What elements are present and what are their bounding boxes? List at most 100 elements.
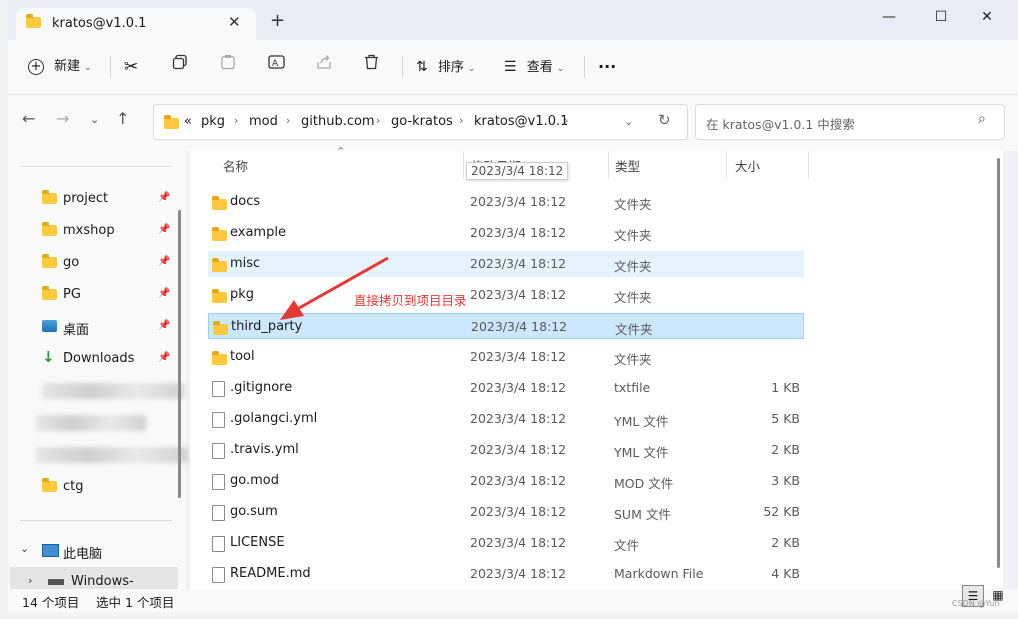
breadcrumb-overflow[interactable]: «: [184, 114, 192, 129]
file-name: LICENSE: [230, 535, 285, 550]
table-row[interactable]: tool 2023/3/4 18:12 文件夹: [208, 344, 804, 370]
sidebar-item-label: 此电脑: [63, 547, 103, 562]
new-tab-button[interactable]: +: [270, 10, 285, 31]
chevron-right-icon[interactable]: ›: [376, 114, 380, 127]
file-type: 文件夹: [614, 259, 652, 274]
refresh-icon[interactable]: ↻: [658, 111, 671, 129]
view-button[interactable]: ☰ 查看 ⌄: [504, 52, 564, 82]
column-header-size[interactable]: 大小: [735, 156, 760, 175]
file-size: 52 KB: [763, 504, 800, 519]
up-arrow-icon[interactable]: ↑: [116, 109, 129, 128]
sidebar-item-label: 桌面: [63, 323, 90, 338]
sort-icon: ⇅: [416, 59, 428, 75]
file-icon: [212, 567, 225, 583]
breadcrumb-mod[interactable]: mod: [249, 114, 278, 129]
chevron-right-icon[interactable]: ›: [459, 114, 463, 127]
paste-icon[interactable]: [220, 52, 236, 82]
maximize-button[interactable]: ☐: [918, 4, 964, 30]
sidebar-item-desktop[interactable]: 桌面 📌: [8, 312, 180, 342]
divider: [20, 166, 172, 167]
sidebar-item-project[interactable]: project 📌: [8, 184, 180, 214]
sort-button[interactable]: ⇅ 排序 ⌄: [416, 52, 475, 82]
file-icon: [212, 381, 225, 397]
rename-icon[interactable]: A: [268, 52, 285, 82]
table-row[interactable]: docs 2023/3/4 18:12 文件夹: [208, 189, 804, 215]
column-header-name[interactable]: 名称: [223, 156, 248, 175]
file-icon: [212, 412, 225, 428]
chevron-right-icon[interactable]: ›: [564, 114, 568, 127]
folder-icon: [42, 478, 57, 492]
chevron-down-icon[interactable]: ⌄: [20, 542, 29, 555]
folder-icon: [164, 115, 179, 129]
folder-icon: [212, 289, 227, 303]
status-bar: 14 个项目 选中 1 个项目 ☰ ▦ CSDN @Yun: [8, 585, 1018, 612]
folder-icon: [212, 351, 227, 365]
folder-icon: [42, 222, 57, 236]
file-date: 2023/3/4 18:12: [470, 473, 567, 488]
delete-icon[interactable]: [364, 52, 379, 82]
command-bar: + 新建 ⌄ ✂ A ⇅ 排序 ⌄ ☰ 查看 ⌄ ···: [8, 40, 1018, 95]
chevron-right-icon[interactable]: ›: [286, 114, 290, 127]
search-box[interactable]: 在 kratos@v1.0.1 中搜索 ⌕: [695, 104, 1005, 140]
table-row[interactable]: README.md 2023/3/4 18:12 Markdown File 4 KB: [208, 561, 804, 587]
sort-label: 排序: [437, 60, 464, 75]
file-date: 2023/3/4 18:12: [470, 535, 567, 550]
tab-title: kratos@v1.0.1: [52, 16, 147, 31]
file-size: 3 KB: [771, 473, 800, 488]
sidebar-item-ctg[interactable]: ctg: [8, 472, 180, 502]
tab-close-icon[interactable]: ✕: [228, 13, 241, 31]
table-row[interactable]: .travis.yml 2023/3/4 18:12 YML 文件 2 KB: [208, 437, 804, 463]
minimize-button[interactable]: —: [866, 4, 912, 30]
divider: [584, 56, 585, 78]
chevron-right-icon[interactable]: ›: [234, 114, 238, 127]
column-header-type[interactable]: 类型: [615, 156, 640, 175]
recent-chevron-icon[interactable]: ⌄: [90, 113, 99, 126]
file-name: .travis.yml: [230, 442, 299, 457]
sidebar-item-label: mxshop: [63, 223, 115, 238]
more-options-button[interactable]: ···: [598, 52, 616, 82]
chevron-right-icon[interactable]: ›: [28, 574, 32, 587]
sidebar-item-pg[interactable]: PG 📌: [8, 280, 180, 310]
forward-arrow-icon[interactable]: →: [56, 109, 69, 128]
table-row[interactable]: .gitignore 2023/3/4 18:12 txtfile 1 KB: [208, 375, 804, 401]
share-icon[interactable]: [316, 52, 332, 82]
folder-icon: [42, 190, 57, 204]
sidebar-item-label: Downloads: [63, 351, 135, 366]
divider: [608, 151, 609, 179]
sidebar-item-mxshop[interactable]: mxshop 📌: [8, 216, 180, 246]
breadcrumb-go-kratos[interactable]: go-kratos: [391, 114, 453, 129]
cut-icon[interactable]: ✂: [124, 52, 138, 82]
file-date: 2023/3/4 18:12: [470, 287, 567, 302]
new-button[interactable]: + 新建 ⌄: [28, 52, 92, 82]
table-row[interactable]: example 2023/3/4 18:12 文件夹: [208, 220, 804, 246]
annotation-text: 直接拷贝到项目目录: [354, 293, 467, 308]
table-row[interactable]: .golangci.yml 2023/3/4 18:12 YML 文件 5 KB: [208, 406, 804, 432]
file-date: 2023/3/4 18:12: [470, 442, 567, 457]
plus-circle-icon: +: [28, 58, 44, 75]
sidebar-item-this-pc[interactable]: ⌄ 此电脑: [8, 536, 180, 566]
breadcrumb-github[interactable]: github.com: [301, 114, 375, 129]
file-date: 2023/3/4 18:12: [470, 225, 567, 240]
address-history-chevron-icon[interactable]: ⌄: [624, 115, 633, 128]
tab-kratos[interactable]: kratos@v1.0.1 ✕: [16, 8, 256, 40]
file-type: Markdown File: [614, 566, 704, 581]
sidebar-item-downloads[interactable]: ↓ Downloads 📌: [8, 344, 180, 374]
copy-icon[interactable]: [172, 52, 188, 82]
folder-icon: [212, 196, 227, 210]
item-count: 14 个项目: [22, 595, 80, 610]
file-name: pkg: [230, 287, 255, 302]
search-icon[interactable]: ⌕: [978, 111, 986, 127]
breadcrumb-pkg[interactable]: pkg: [201, 114, 225, 129]
sidebar-item-go[interactable]: go 📌: [8, 248, 180, 278]
pin-icon: 📌: [158, 288, 171, 299]
pin-icon: 📌: [158, 192, 171, 203]
table-row[interactable]: LICENSE 2023/3/4 18:12 文件 2 KB: [208, 530, 804, 556]
table-row[interactable]: go.mod 2023/3/4 18:12 MOD 文件 3 KB: [208, 468, 804, 494]
sidebar-scrollbar[interactable]: [178, 210, 181, 498]
back-arrow-icon[interactable]: ←: [22, 109, 35, 128]
content-scrollbar[interactable]: [997, 158, 1000, 568]
breadcrumb-kratos[interactable]: kratos@v1.0.1: [474, 114, 568, 129]
table-row[interactable]: go.sum 2023/3/4 18:12 SUM 文件 52 KB: [208, 499, 804, 525]
address-bar[interactable]: « pkg › mod › github.com › go-kratos › k…: [153, 104, 688, 140]
close-window-button[interactable]: ✕: [964, 4, 1010, 30]
